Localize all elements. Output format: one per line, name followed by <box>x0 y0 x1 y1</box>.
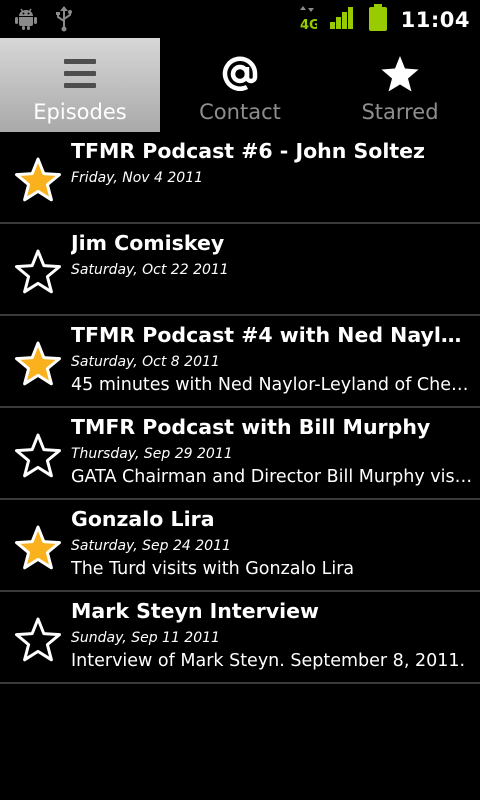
episode-title: Mark Steyn Interview <box>71 599 319 623</box>
episode-description: The Turd visits with Gonzalo Lira <box>71 559 355 579</box>
episode-title: TFMR Podcast #6 - John Soltez <box>71 139 425 163</box>
network-type-label: 4G <box>300 18 317 31</box>
battery-icon <box>367 4 389 36</box>
list-item[interactable]: Gonzalo Lira Saturday, Sep 24 2011 The T… <box>0 500 480 592</box>
star-outline-icon[interactable] <box>14 616 62 664</box>
tab-bar: Episodes Contact Starred <box>0 38 480 132</box>
network-4g-icon: 4G <box>299 5 319 35</box>
status-clock: 11:04 <box>400 8 470 32</box>
episode-title: Jim Comiskey <box>71 231 225 255</box>
tab-episodes[interactable]: Episodes <box>0 38 160 132</box>
android-debug-icon <box>14 7 38 35</box>
episode-title: Gonzalo Lira <box>71 507 215 531</box>
list-item[interactable]: TFMR Podcast #4 with Ned Naylor-Leyland … <box>0 316 480 408</box>
tab-contact[interactable]: Contact <box>160 38 320 132</box>
list-item[interactable]: Jim Comiskey Saturday, Oct 22 2011 <box>0 224 480 316</box>
star-outline-icon[interactable] <box>14 432 62 480</box>
usb-icon <box>54 6 74 36</box>
star-filled-icon[interactable] <box>14 524 62 572</box>
at-sign-icon <box>218 52 262 96</box>
star-filled-icon[interactable] <box>14 156 62 204</box>
star-filled-icon[interactable] <box>14 340 62 388</box>
list-item[interactable]: TFMR Podcast #6 - John Soltez Friday, No… <box>0 132 480 224</box>
episode-description: GATA Chairman and Director Bill Murphy v… <box>71 467 474 487</box>
list-icon <box>58 52 102 96</box>
episode-date: Saturday, Oct 22 2011 <box>71 262 229 278</box>
episode-description: 45 minutes with Ned Naylor-Leyland of Ch… <box>71 375 474 395</box>
episode-date: Thursday, Sep 29 2011 <box>71 446 233 462</box>
episode-date: Saturday, Sep 24 2011 <box>71 538 231 554</box>
star-icon <box>378 52 422 96</box>
tab-contact-label: Contact <box>199 100 281 124</box>
episode-list: TFMR Podcast #6 - John Soltez Friday, No… <box>0 132 480 684</box>
episode-description: Interview of Mark Steyn. September 8, 20… <box>71 651 466 671</box>
episode-date: Friday, Nov 4 2011 <box>71 170 204 186</box>
episode-title: TFMR Podcast #4 with Ned Naylor-Leyland <box>71 323 474 347</box>
status-bar: 4G 11:04 <box>0 0 480 38</box>
tab-starred[interactable]: Starred <box>320 38 480 132</box>
star-outline-icon[interactable] <box>14 248 62 296</box>
list-item[interactable]: Mark Steyn Interview Sunday, Sep 11 2011… <box>0 592 480 684</box>
episode-date: Saturday, Oct 8 2011 <box>71 354 220 370</box>
list-item[interactable]: TMFR Podcast with Bill Murphy Thursday, … <box>0 408 480 500</box>
signal-icon <box>329 6 355 34</box>
episode-date: Sunday, Sep 11 2011 <box>71 630 220 646</box>
tab-episodes-label: Episodes <box>33 100 127 124</box>
tab-starred-label: Starred <box>361 100 439 124</box>
episode-title: TMFR Podcast with Bill Murphy <box>71 415 431 439</box>
